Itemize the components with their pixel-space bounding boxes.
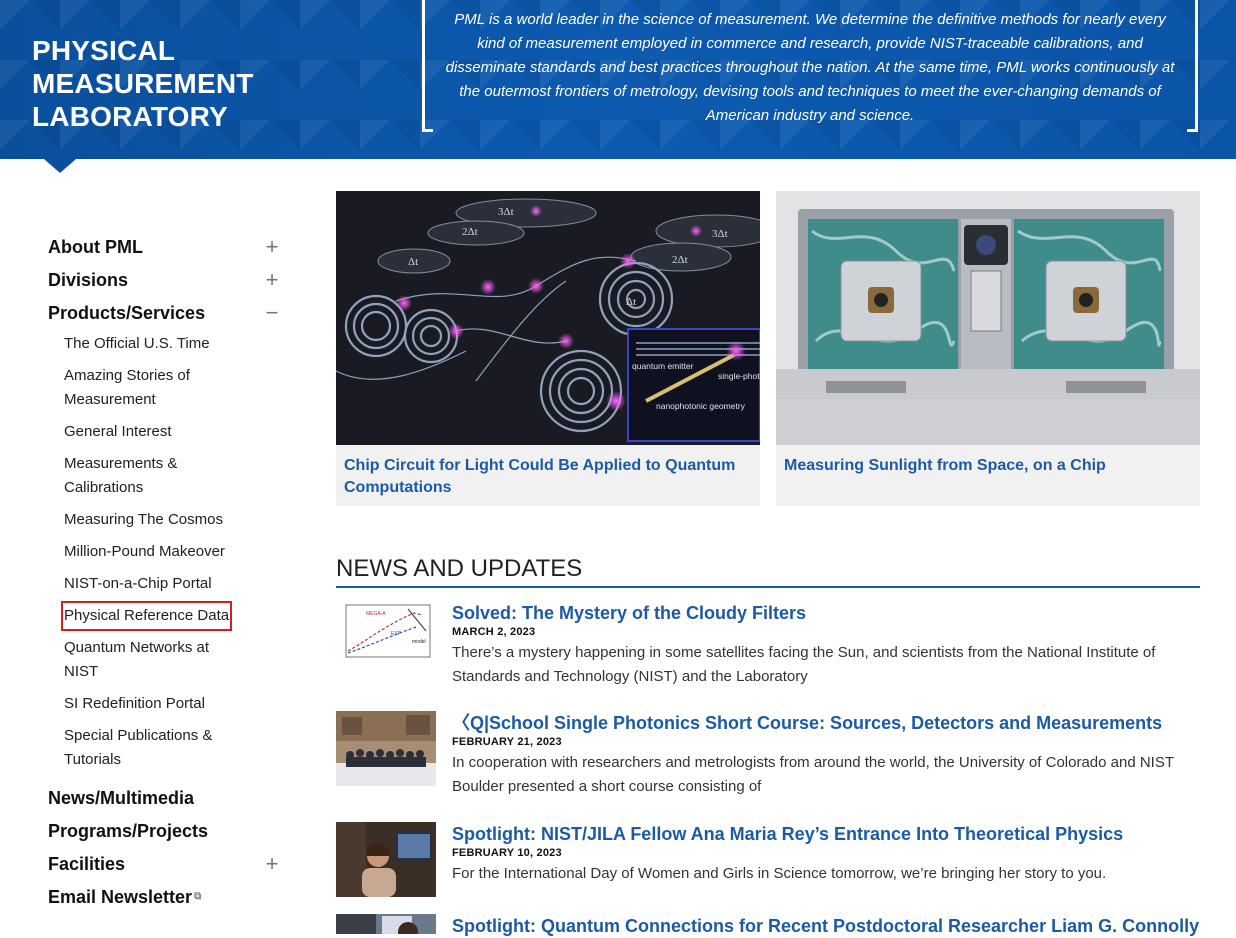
news-summary: There’s a mystery happening in some sate…	[452, 644, 1156, 685]
expand-icon[interactable]: +	[262, 266, 282, 294]
image-label: Δt	[626, 296, 636, 308]
image-label: nanophotonic geometry	[656, 401, 746, 411]
submenu-item-quantum-networks[interactable]: Quantum Networks at NIST	[64, 636, 244, 692]
sidebar-item-products-services[interactable]: Products/Services −	[48, 299, 288, 332]
site-header-banner: PHYSICAL MEASUREMENT LABORATORY PML is a…	[0, 0, 1236, 159]
expand-icon[interactable]: +	[262, 850, 282, 878]
mission-statement: PML is a world leader in the science of …	[445, 11, 1175, 124]
portrait-photo	[336, 914, 436, 934]
submenu-item-general-interest[interactable]: General Interest	[64, 420, 244, 452]
chart-label: model	[412, 639, 426, 645]
news-item: MEGA-A ESP model Solved: The Mystery of …	[336, 601, 1200, 701]
sidebar-item-facilities[interactable]: Facilities +	[48, 850, 288, 883]
sidebar-item-programs-projects[interactable]: Programs/Projects	[48, 817, 288, 850]
news-summary: For the International Day of Women and G…	[452, 865, 1107, 882]
group-photo	[336, 711, 436, 786]
image-label: 2Δt	[672, 254, 688, 266]
sidebar-item-label[interactable]: Facilities	[48, 854, 125, 874]
news-item: Spotlight: NIST/JILA Fellow Ana Maria Re…	[336, 822, 1200, 912]
submenu-item-million-pound-makeover[interactable]: Million-Pound Makeover	[64, 540, 244, 572]
feature-caption-link[interactable]: Chip Circuit for Light Could Be Applied …	[336, 445, 760, 499]
mission-statement-box: PML is a world leader in the science of …	[422, 0, 1198, 132]
news-thumbnail-chart[interactable]: MEGA-A ESP model	[336, 601, 436, 676]
news-title-link[interactable]: 〈Q|School Single Photonics Short Course:…	[452, 711, 1200, 735]
news-date: FEBRUARY 10, 2023	[452, 847, 562, 859]
news-section-heading: NEWS AND UPDATES	[336, 554, 1200, 588]
submenu-item-special-publications[interactable]: Special Publications & Tutorials	[64, 724, 244, 780]
submenu-item-measurements-calibrations[interactable]: Measurements & Calibrations	[64, 452, 244, 508]
mini-line-chart: MEGA-A ESP model	[336, 601, 436, 676]
news-summary: In cooperation with researchers and metr…	[452, 754, 1174, 795]
image-label: Δt	[408, 256, 418, 268]
sidebar-item-label[interactable]: Divisions	[48, 270, 128, 290]
sidebar-item-label[interactable]: Products/Services	[48, 303, 205, 323]
chart-label: ESP	[391, 631, 402, 637]
news-item: 〈Q|School Single Photonics Short Course:…	[336, 711, 1200, 811]
feature-image-sunlight-chip[interactable]	[776, 191, 1200, 445]
photonic-chip-illustration: 3Δt 2Δt 3Δt 2Δt Δt Δt quantum emitter si…	[336, 191, 760, 445]
collapse-icon[interactable]: −	[262, 299, 282, 327]
site-title[interactable]: PHYSICAL MEASUREMENT LABORATORY	[32, 34, 392, 133]
news-title-link[interactable]: Solved: The Mystery of the Cloudy Filter…	[452, 601, 1200, 625]
news-date: FEBRUARY 21, 2023	[452, 736, 562, 748]
feature-caption-link[interactable]: Measuring Sunlight from Space, on a Chip	[776, 445, 1200, 477]
image-label: quantum emitter	[632, 361, 694, 371]
feature-card[interactable]: Measuring Sunlight from Space, on a Chip	[776, 191, 1200, 506]
sidebar-item-label[interactable]: Programs/Projects	[48, 821, 208, 841]
external-link-icon: ⧉	[194, 891, 202, 902]
feature-image-chip-circuit[interactable]: 3Δt 2Δt 3Δt 2Δt Δt Δt quantum emitter si…	[336, 191, 760, 445]
satellite-instrument-photo	[776, 191, 1200, 445]
banner-notch	[44, 159, 76, 173]
sidebar-item-email-newsletter[interactable]: Email Newsletter ⧉	[48, 883, 288, 916]
submenu-item-physical-reference-data[interactable]: Physical Reference Data	[60, 601, 233, 631]
news-date: MARCH 2, 2023	[452, 626, 536, 638]
sidebar-item-about-pml[interactable]: About PML +	[48, 233, 288, 266]
image-label: single-photo	[718, 371, 760, 381]
news-thumbnail-group-photo[interactable]	[336, 711, 436, 786]
chart-label: MEGA-A	[366, 611, 386, 617]
image-label: 3Δt	[712, 228, 728, 240]
news-title-link[interactable]: Spotlight: Quantum Connections for Recen…	[452, 914, 1200, 938]
sidebar-item-divisions[interactable]: Divisions +	[48, 266, 288, 299]
sidebar-nav: About PML + Divisions + Products/Service…	[48, 233, 288, 916]
submenu-item-measuring-cosmos[interactable]: Measuring The Cosmos	[64, 508, 244, 540]
sidebar-item-label[interactable]: About PML	[48, 237, 143, 257]
submenu-item-official-us-time[interactable]: The Official U.S. Time	[64, 332, 244, 364]
expand-icon[interactable]: +	[262, 233, 282, 261]
news-item: Spotlight: Quantum Connections for Recen…	[336, 914, 1200, 936]
news-thumbnail-portrait[interactable]	[336, 822, 436, 897]
sidebar-item-news-multimedia[interactable]: News/Multimedia	[48, 784, 288, 817]
news-thumbnail-portrait[interactable]	[336, 914, 436, 934]
products-submenu: The Official U.S. Time Amazing Stories o…	[60, 332, 288, 780]
feature-card[interactable]: 3Δt 2Δt 3Δt 2Δt Δt Δt quantum emitter si…	[336, 191, 760, 506]
image-label: 3Δt	[498, 206, 514, 218]
submenu-item-si-redefinition[interactable]: SI Redefinition Portal	[64, 692, 244, 724]
submenu-item-nist-on-a-chip[interactable]: NIST-on-a-Chip Portal	[64, 572, 244, 604]
image-label: 2Δt	[462, 226, 478, 238]
news-title-link[interactable]: Spotlight: NIST/JILA Fellow Ana Maria Re…	[452, 822, 1200, 846]
portrait-photo	[336, 822, 436, 897]
sidebar-item-label[interactable]: Email Newsletter	[48, 887, 192, 907]
sidebar-item-label[interactable]: News/Multimedia	[48, 788, 194, 808]
submenu-item-amazing-stories[interactable]: Amazing Stories of Measurement	[64, 364, 244, 420]
